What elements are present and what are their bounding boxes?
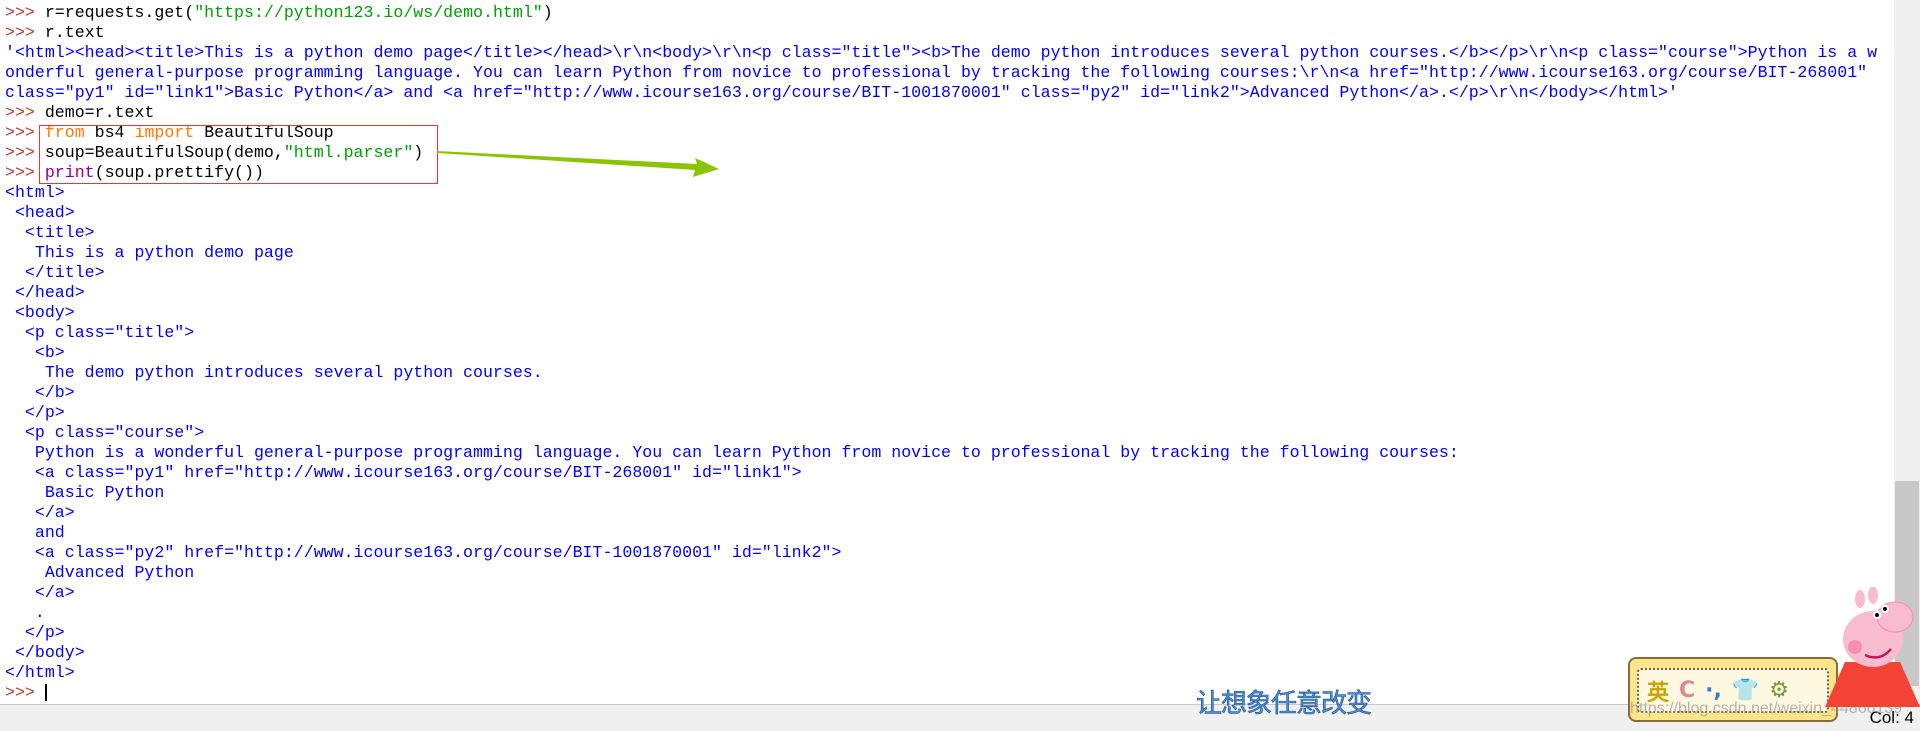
console-line: Basic Python (5, 483, 1877, 503)
console-line: . (5, 603, 1877, 623)
console-line: <html> (5, 183, 1877, 203)
console-line: >>> demo=r.text (5, 103, 1877, 123)
ime-slogan-text: 让想象任意改变 (1196, 689, 1373, 720)
console-text: r.text (44, 23, 105, 42)
console-text: This is a python demo page (5, 243, 294, 262)
console-line: >>> r=requests.get("https://python123.io… (5, 3, 1877, 23)
console-line: </head> (5, 283, 1877, 303)
console-line: <title> (5, 223, 1877, 243)
console-text: Python is a wonderful general-purpose pr… (5, 443, 1459, 462)
console-line: <head> (5, 203, 1877, 223)
console-line: <p class="title"> (5, 323, 1877, 343)
console-line: </html> (5, 663, 1877, 683)
console-line: and (5, 523, 1877, 543)
console-line: The demo python introduces several pytho… (5, 363, 1877, 383)
console-text: ) (542, 3, 553, 22)
console-text: </head> (5, 283, 85, 302)
console-text: </a> (5, 503, 75, 522)
console-text: <p class="title"> (5, 323, 195, 342)
console-line: <body> (5, 303, 1877, 323)
console-line: This is a python demo page (5, 243, 1877, 263)
console-text: </b> (5, 383, 75, 402)
console-line: >>> r.text (5, 23, 1877, 43)
console-line: Advanced Python (5, 563, 1877, 583)
console-text: </a> (5, 583, 75, 602)
shell-prompt: >>> (5, 683, 45, 702)
console-line: </a> (5, 583, 1877, 603)
console-text: Advanced Python (5, 563, 195, 582)
console-line: </b> (5, 383, 1877, 403)
text-cursor (44, 684, 47, 702)
console-line: </body> (5, 643, 1877, 663)
console-text: <b> (5, 343, 65, 362)
console-text: class="py1" id="link1">Basic Python</a> … (5, 83, 1678, 102)
console-line: <p class="course"> (5, 423, 1877, 443)
console-text: r=requests.get( (44, 3, 195, 22)
console-line: </a> (5, 503, 1877, 523)
console-text: demo=r.text (44, 103, 155, 122)
console-line: onderful general-purpose programming lan… (5, 63, 1877, 83)
console-text: <head> (5, 203, 75, 222)
console-text: <a class="py1" href="http://www.icourse1… (5, 463, 802, 482)
shell-prompt: >>> (5, 3, 45, 22)
shell-prompt: >>> (5, 103, 45, 122)
console-text: "https://python123.io/ws/demo.html" (194, 3, 543, 22)
python-shell-console[interactable]: >>> r=requests.get("https://python123.io… (0, 0, 1894, 704)
console-text: . (5, 603, 45, 622)
console-text: The demo python introduces several pytho… (5, 363, 543, 382)
console-line: '<html><head><title>This is a python dem… (5, 43, 1877, 63)
console-text: <html> (5, 183, 65, 202)
highlight-box (39, 125, 438, 184)
peppa-pig-mascot-icon (1825, 587, 1920, 707)
console-text: '<html><head><title>This is a python dem… (5, 43, 1878, 62)
console-text: onderful general-purpose programming lan… (5, 63, 1868, 82)
console-text: </title> (5, 263, 105, 282)
console-text: <body> (5, 303, 75, 322)
console-line: class="py1" id="link1">Basic Python</a> … (5, 83, 1877, 103)
shell-prompt: >>> (5, 23, 45, 42)
console-text: and (5, 523, 65, 542)
console-text: </body> (5, 643, 85, 662)
console-text: <title> (5, 223, 95, 242)
console-text: </p> (5, 403, 65, 422)
console-line: >>> (5, 683, 1877, 703)
console-line: <b> (5, 343, 1877, 363)
console-line: Python is a wonderful general-purpose pr… (5, 443, 1877, 463)
console-text: </p> (5, 623, 65, 642)
console-line: <a class="py2" href="http://www.icourse1… (5, 543, 1877, 563)
console-line: </title> (5, 263, 1877, 283)
console-text: <p class="course"> (5, 423, 205, 442)
console-output: >>> r=requests.get("https://python123.io… (5, 3, 1877, 703)
console-line: </p> (5, 623, 1877, 643)
console-text: Basic Python (5, 483, 165, 502)
console-text: </html> (5, 663, 75, 682)
console-line: <a class="py1" href="http://www.icourse1… (5, 463, 1877, 483)
green-arrow-annotation (437, 151, 719, 177)
console-text: <a class="py2" href="http://www.icourse1… (5, 543, 842, 562)
console-line: </p> (5, 403, 1877, 423)
